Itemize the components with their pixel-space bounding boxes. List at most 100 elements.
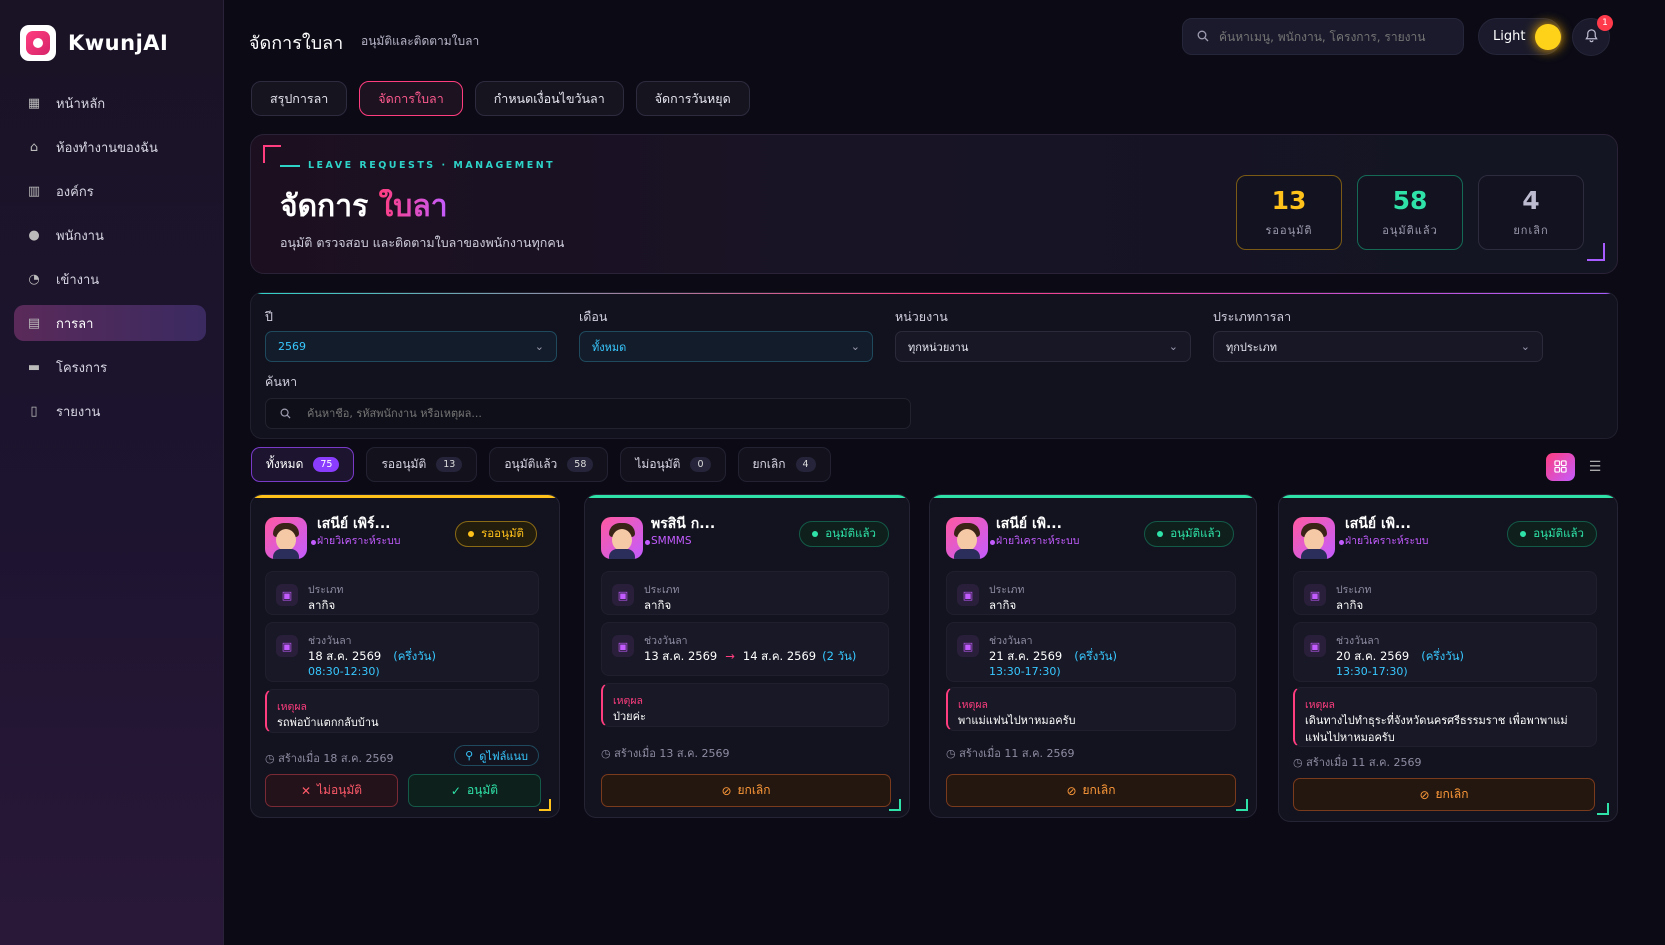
sidebar-item-projects[interactable]: ▬ โครงการ [14, 349, 206, 385]
document-icon: ▤ [27, 315, 41, 331]
leave-type-select[interactable]: ทุกประเภท ⌄ [1213, 331, 1543, 362]
chevron-down-icon: ⌄ [850, 340, 860, 353]
status-badge: อนุมัติแล้ว [1144, 521, 1234, 547]
status-tab-label: ยกเลิก [752, 457, 786, 471]
corner-decoration [1236, 799, 1248, 811]
chevron-down-icon: ⌄ [1520, 340, 1530, 353]
cancel-leave-button[interactable]: ⊘ ยกเลิก [946, 774, 1236, 807]
sidebar-nav: ▦ หน้าหลัก ⌂ ห้องทำงานของฉัน ▥ องค์กร ● … [14, 85, 206, 437]
status-tab-all[interactable]: ทั้งหมด 75 [251, 447, 355, 482]
notifications-button[interactable]: 1 [1572, 15, 1613, 56]
view-attachment-label: ดูไฟล์แนบ [479, 749, 528, 763]
leave-type-label: ประเภทการลา [1213, 309, 1292, 324]
sidebar-item-employees[interactable]: ● พนักงาน [14, 217, 206, 253]
leave-card: พรสินี ก... SMMMS อนุมัติแล้ว ▣ ประเภท ล… [584, 494, 910, 818]
sidebar-item-label: การลา [56, 316, 94, 332]
cancel-leave-button[interactable]: ⊘ ยกเลิก [1293, 778, 1595, 811]
filter-search-input[interactable] [307, 407, 887, 420]
search-label: ค้นหา [265, 374, 298, 389]
status-tab-label: อนุมัติแล้ว [504, 457, 558, 471]
list-view-button[interactable]: ☰ [1584, 456, 1606, 478]
leave-range-value: 20 ส.ค. 2569 (ครึ่งวัน) [1336, 648, 1464, 666]
leave-type-label: ประเภท [644, 584, 680, 596]
sidebar-item-organization[interactable]: ▥ องค์กร [14, 173, 206, 209]
reason-label: เหตุผล [613, 695, 643, 707]
check-icon: ✓ [450, 783, 461, 798]
year-label: ปี [265, 309, 273, 324]
leave-time: 08:30-12:30) [308, 665, 380, 678]
status-tab-rejected[interactable]: ไม่อนุมัติ 0 [620, 447, 726, 482]
year-select[interactable]: 2569 ⌄ [265, 331, 557, 362]
employee-name: เสนีย์ เพิ... [1345, 516, 1411, 532]
status-tab-label: ทั้งหมด [266, 457, 304, 471]
leave-type-box: ▣ ประเภท ลากิจ [1293, 571, 1597, 615]
leave-type-value: ลากิจ [308, 598, 336, 612]
tab-holidays[interactable]: จัดการวันหยุด [635, 81, 750, 116]
global-search-input[interactable] [1219, 29, 1449, 44]
stat-cancelled: 4 ยกเลิก [1478, 175, 1584, 250]
tab-leave-summary[interactable]: สรุปการลา [251, 81, 348, 116]
view-attachment-button[interactable]: ⚲ ดูไฟล์แนบ [454, 745, 539, 766]
status-badge: รออนุมัติ [455, 521, 537, 547]
tab-leave-management[interactable]: จัดการใบลา [359, 81, 463, 116]
sidebar-item-leave[interactable]: ▤ การลา [14, 305, 206, 341]
reason-label: เหตุผล [1305, 699, 1335, 711]
app-name: KwunjAI [68, 31, 169, 55]
status-tab-pending[interactable]: รออนุมัติ 13 [366, 447, 478, 482]
cancel-leave-button[interactable]: ⊘ ยกเลิก [601, 774, 891, 807]
leave-type-label: ประเภท [308, 584, 344, 596]
leave-range-value: 18 ส.ค. 2569 (ครึ่งวัน) [308, 648, 436, 666]
created-date-text: สร้างเมื่อ 13 ส.ค. 2569 [614, 747, 730, 760]
dashboard-icon: ▦ [27, 95, 41, 111]
sidebar-item-home[interactable]: ▦ หน้าหลัก [14, 85, 206, 121]
sidebar: KwunjAI ▦ หน้าหลัก ⌂ ห้องทำงานของฉัน ▥ อ… [0, 0, 224, 945]
unit-select[interactable]: ทุกหน่วยงาน ⌄ [895, 331, 1191, 362]
approve-button[interactable]: ✓ อนุมัติ [408, 774, 541, 807]
status-badge-text: อนุมัติแล้ว [825, 526, 876, 540]
year-select-value: 2569 [278, 340, 306, 353]
filter-panel: ปี 2569 ⌄ เดือน ทั้งหมด ⌄ หน่วยงาน ทุกหน่ว… [250, 292, 1618, 439]
sidebar-item-label: องค์กร [56, 184, 94, 200]
sidebar-item-attendance[interactable]: ◔ เข้างาน [14, 261, 206, 297]
status-tab-approved[interactable]: อนุมัติแล้ว 58 [489, 447, 609, 482]
leave-type-label: ประเภท [989, 584, 1025, 596]
calendar-icon: ▣ [957, 584, 979, 606]
home-icon: ⌂ [29, 139, 39, 155]
hero-banner: LEAVE REQUESTS · MANAGEMENT จัดการ ใบลา … [250, 134, 1618, 274]
leave-range-label: ช่วงวันลา [644, 635, 688, 647]
sidebar-item-label: ห้องทำงานของฉัน [56, 140, 158, 156]
leave-type-select-value: ทุกประเภท [1226, 340, 1277, 354]
card-accent-line [930, 495, 1256, 498]
month-select-value: ทั้งหมด [592, 340, 627, 354]
leave-type-box: ▣ ประเภท ลากิจ [601, 571, 889, 615]
leave-days: (2 วัน) [822, 649, 857, 663]
topbar: จัดการใบลา อนุมัติและติดตามใบลา Light 1 [224, 0, 1665, 70]
reason-box: เหตุผล รถพ่อบ้าแตกกลับบ้าน [265, 689, 539, 733]
leave-range-box: ▣ ช่วงวันลา 13 ส.ค. 2569 → 14 ส.ค. 2569 (2 … [601, 622, 889, 676]
app-logo[interactable]: KwunjAI [20, 25, 168, 61]
report-icon: ▯ [30, 403, 38, 419]
card-accent-line [585, 495, 909, 498]
leave-range-value: 13 ส.ค. 2569 → 14 ส.ค. 2569 (2 วัน) [644, 648, 856, 666]
sidebar-item-my-workspace[interactable]: ⌂ ห้องทำงานของฉัน [14, 129, 206, 165]
stat-pending: 13 รออนุมัติ [1236, 175, 1342, 250]
unit-select-value: ทุกหน่วยงาน [908, 340, 969, 354]
status-tab-cancelled[interactable]: ยกเลิก 4 [737, 447, 831, 482]
employee-department: ฝ่ายวิเคราะห์ระบบ [311, 534, 407, 549]
leave-type-box: ▣ ประเภท ลากิจ [946, 571, 1236, 615]
avatar [265, 517, 307, 559]
reason-box: เหตุผล ป่วยค่ะ [601, 683, 889, 727]
month-select[interactable]: ทั้งหมด ⌄ [579, 331, 873, 362]
reject-button[interactable]: ✕ ไม่อนุมัติ [265, 774, 398, 807]
tab-leave-conditions[interactable]: กำหนดเงื่อนไขวันลา [474, 81, 624, 116]
leave-time: 13:30-17:30) [1336, 665, 1408, 678]
grid-view-button[interactable] [1546, 453, 1575, 481]
paperclip-icon: ⚲ [465, 749, 474, 762]
theme-toggle[interactable]: Light [1478, 18, 1562, 55]
status-tab-label: ไม่อนุมัติ [635, 457, 681, 471]
sidebar-item-reports[interactable]: ▯ รายงาน [14, 393, 206, 429]
hero-eyebrow-text: LEAVE REQUESTS · MANAGEMENT [308, 160, 556, 171]
created-date-text: สร้างเมื่อ 11 ส.ค. 2569 [959, 747, 1075, 760]
employee-name: พรสินี ก... [651, 516, 716, 532]
search-icon [1197, 27, 1209, 46]
